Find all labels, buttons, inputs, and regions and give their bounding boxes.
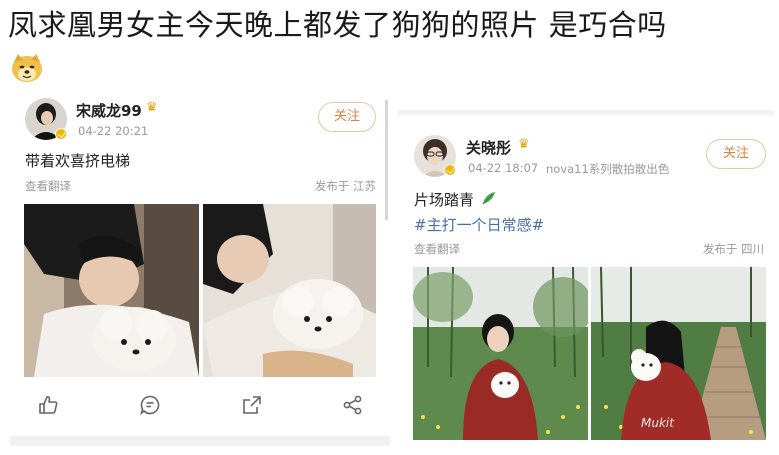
doge-emoji-icon [10,52,44,84]
left-translate-link[interactable]: 查看翻译 [25,178,71,194]
left-photo-2[interactable] [203,204,376,377]
left-post-timestamp: 04-22 20:21 [78,124,149,138]
divider [385,100,388,220]
leaf-emoji-icon [481,190,497,206]
right-follow-button[interactable]: 关注 [706,139,766,169]
left-post-content: 带着欢喜挤电梯 [25,152,131,170]
verified-badge-icon [55,128,67,140]
share-icon[interactable] [240,393,264,417]
right-post-timestamp: 04-22 18:07 [468,161,539,175]
right-post-topic[interactable]: #主打一个日常感# [414,214,544,235]
crown-badge-icon: ♛ [146,100,158,115]
right-post-content: 片场踏青 [414,191,475,209]
like-icon[interactable] [36,393,60,417]
verified-badge-icon [444,164,456,176]
right-translate-link[interactable]: 查看翻译 [414,241,460,257]
left-user-name[interactable]: 宋威龙99 [76,100,142,121]
right-photo-2[interactable]: Mukit [591,267,766,440]
svg-text:Mukit: Mukit [641,416,675,430]
more-icon[interactable] [341,393,365,417]
left-photo-1[interactable] [24,204,199,377]
left-post-location: 发布于 江苏 [314,179,376,193]
page-title: 凤求凰男女主今天晚上都发了狗狗的照片 是巧合吗 [8,8,667,42]
right-photo-1[interactable] [413,267,588,440]
left-follow-button[interactable]: 关注 [318,102,376,132]
crown-badge-icon: ♛ [518,137,530,152]
right-user-name[interactable]: 关晓彤 [466,137,511,158]
comment-icon[interactable] [138,393,162,417]
divider [10,436,390,446]
right-post-location: 发布于 四川 [702,242,764,256]
right-post-device: nova11系列散拍散出色 [546,162,670,176]
